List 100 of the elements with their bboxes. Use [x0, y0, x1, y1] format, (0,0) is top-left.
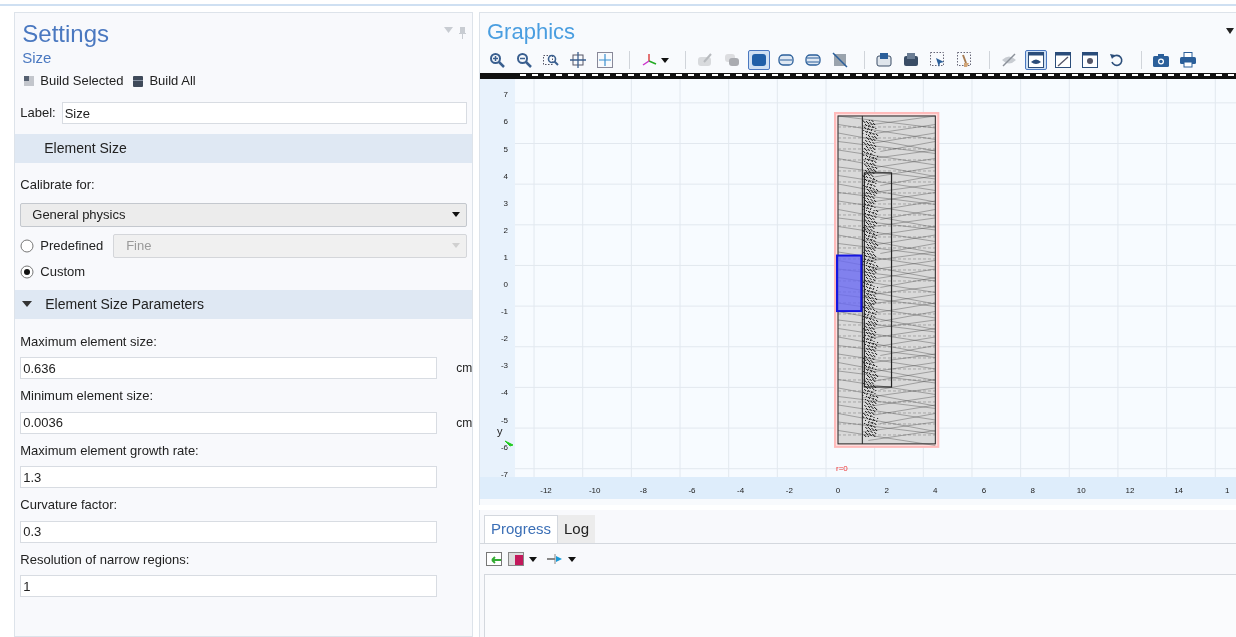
arrow-icon	[547, 552, 563, 566]
caret-icon	[568, 556, 576, 562]
rounded-square-icon	[805, 52, 821, 68]
axis-arrow-icon	[504, 440, 514, 447]
toolbar-button[interactable]	[1079, 50, 1101, 70]
tick-label: -6	[500, 442, 508, 452]
section-header[interactable]: Element Size Parameters	[15, 289, 473, 319]
tick-label: -5	[500, 415, 508, 425]
eye-window-icon	[1028, 52, 1044, 68]
field-label: Calibrate for:	[19, 176, 95, 194]
field-label: Resolution of narrow regions:	[19, 550, 190, 569]
toolbar-button[interactable]	[547, 552, 576, 566]
tick-label: -8	[639, 486, 647, 495]
field-label: Maximum element size:	[19, 332, 157, 351]
build-selected-button[interactable]: Build Selected	[24, 71, 124, 91]
caret-icon	[452, 212, 461, 217]
highlighted-domain[interactable]	[836, 254, 863, 313]
dropdown-field[interactable]: General physics	[20, 202, 468, 227]
tick-label: -4	[737, 486, 745, 495]
overlap-squares-icon	[724, 52, 740, 68]
zoom-extents-icon	[597, 52, 613, 68]
number-field[interactable]: 0.3	[20, 520, 438, 543]
tick-label: 10	[1076, 486, 1086, 495]
tick-label: 12	[1125, 486, 1135, 495]
tick-label: 0	[835, 486, 841, 495]
tick-label: 4	[933, 486, 938, 495]
number-field[interactable]: 1.3	[20, 466, 438, 488]
tick-label: 7	[503, 90, 508, 100]
tick-label: -2	[500, 334, 508, 344]
slashed-window-icon	[1055, 52, 1071, 68]
tick-label: -3	[500, 361, 508, 371]
node-name: Size	[21, 49, 53, 67]
label-field[interactable]: Size	[61, 102, 468, 124]
toolbar-button[interactable]	[1025, 50, 1047, 70]
zoom-out-icon	[516, 52, 532, 68]
number-field[interactable]: 1	[20, 575, 438, 597]
radio-button[interactable]: Custom	[20, 261, 86, 282]
field-label: Curvature factor:	[19, 496, 118, 514]
caret-icon	[529, 556, 537, 562]
tick-label: -2	[785, 486, 793, 495]
field-label: Maximum element growth rate:	[19, 441, 199, 460]
section-header[interactable]: Element Size	[15, 134, 473, 163]
field-label: Label:	[20, 104, 56, 123]
dropdown-icon[interactable]	[1226, 28, 1234, 34]
tick-label: -12	[540, 486, 552, 495]
slashed-square-icon	[832, 52, 848, 68]
tick-label: 14	[1174, 486, 1184, 495]
hidden-eye-icon	[1001, 52, 1017, 68]
panel-title: Graphics	[487, 17, 576, 46]
zoom-box-icon	[543, 52, 559, 68]
tick-label: -4	[500, 388, 508, 398]
tab[interactable]: Log	[558, 515, 596, 543]
tick-label: 1	[503, 252, 508, 262]
cursor-box-icon	[930, 52, 946, 68]
reset-icon	[1109, 52, 1125, 68]
toolbar-button[interactable]	[1177, 50, 1199, 70]
camera-icon	[1153, 52, 1169, 68]
unit-label: cm	[456, 360, 473, 377]
tick-label: 6	[981, 486, 987, 495]
tick-label: 2	[884, 486, 889, 495]
tick-label: -7	[500, 469, 508, 479]
box-icon	[903, 52, 919, 68]
axes-icon	[641, 52, 657, 68]
field-label: Minimum element size:	[19, 387, 154, 405]
toolbar-button[interactable]	[508, 552, 537, 566]
panel-icon	[508, 552, 524, 566]
zoom-in-icon	[489, 52, 505, 68]
tick-label: 1	[1225, 486, 1230, 495]
tick-label: 5	[503, 144, 508, 154]
window-icon	[1082, 52, 1098, 68]
brush-box-icon	[957, 52, 973, 68]
build-all-icon	[133, 75, 144, 87]
build-icon	[24, 76, 35, 86]
tick-label: 0	[503, 280, 508, 289]
build-all-button[interactable]: Build All	[133, 71, 196, 91]
tick-label: 8	[1030, 486, 1035, 495]
box-icon	[876, 52, 892, 68]
toolbar-button[interactable]	[1052, 50, 1074, 70]
tick-label: -10	[588, 486, 601, 495]
toolbar-button[interactable]	[873, 50, 895, 70]
radio-button[interactable]: Predefined	[20, 235, 104, 256]
tick-label: 4	[503, 171, 508, 181]
collapse-icon	[22, 301, 33, 307]
filled-square-icon	[751, 52, 767, 68]
eraser-icon	[697, 52, 713, 68]
panel-title: Settings	[22, 19, 109, 49]
tick-label: 3	[503, 198, 508, 208]
crosshair-box-icon	[570, 52, 586, 68]
unit-label: cm	[456, 414, 473, 432]
print-icon	[1180, 52, 1196, 68]
axis-label: y	[497, 425, 503, 437]
number-field[interactable]: 0.636	[20, 357, 438, 379]
tick-label: 6	[503, 117, 508, 127]
number-field[interactable]: 0.0036	[20, 411, 438, 434]
tick-label: -6	[688, 486, 696, 495]
caret-icon	[452, 243, 461, 248]
rounded-square-icon	[778, 52, 794, 68]
tab[interactable]: Progress	[484, 515, 559, 543]
tick-label: 2	[503, 225, 508, 235]
boundary-label: r=0	[836, 464, 848, 473]
